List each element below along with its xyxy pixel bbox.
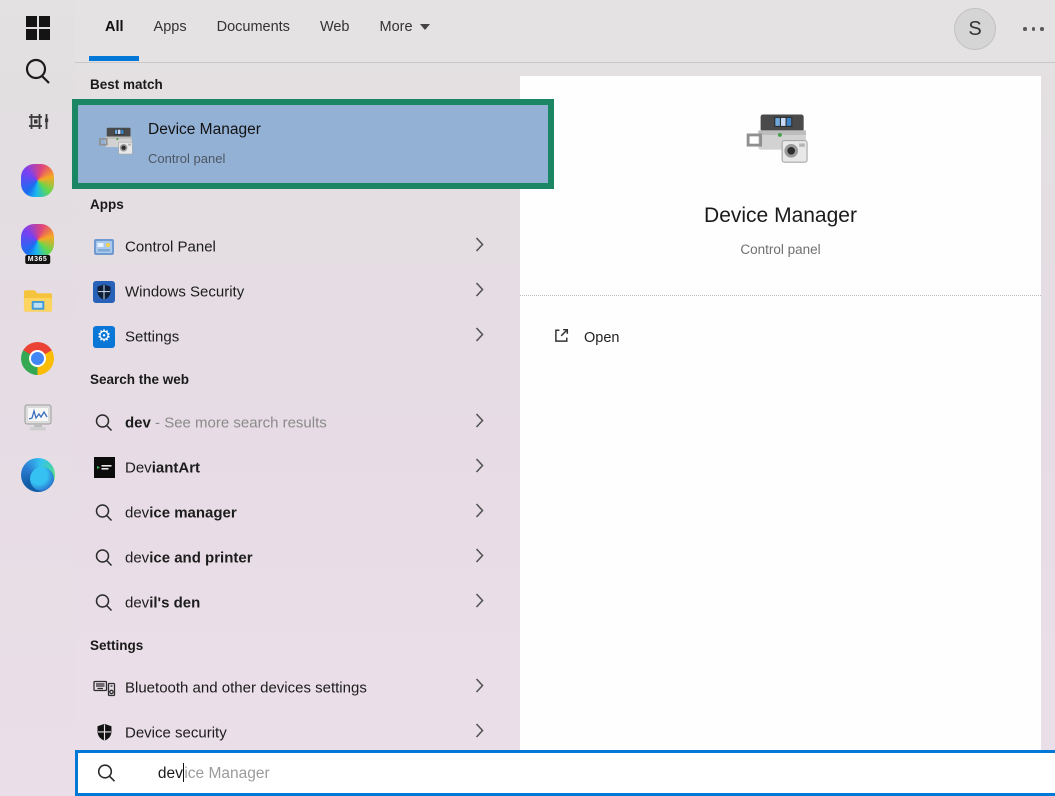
- active-tab-underline: [89, 56, 139, 61]
- search-filter-tabs: All Apps Documents Web More: [105, 19, 430, 35]
- chevron-right-icon: [475, 412, 484, 433]
- m365-copilot-icon: [21, 224, 54, 257]
- chevron-right-icon: [475, 547, 484, 568]
- open-external-icon: [552, 326, 571, 350]
- start-button[interactable]: [0, 6, 75, 50]
- control-panel-icon: [92, 235, 116, 259]
- deviantart-icon: [92, 456, 116, 480]
- tab-documents[interactable]: Documents: [217, 19, 290, 35]
- result-deviantart[interactable]: DeviantArt: [75, 445, 520, 490]
- chevron-right-icon: [475, 722, 484, 743]
- tab-more[interactable]: More: [380, 19, 430, 35]
- taskbar-search-button[interactable]: [0, 50, 75, 94]
- divider: [520, 295, 1041, 296]
- result-device-manager-search[interactable]: device manager: [75, 490, 520, 535]
- settings-header: Settings: [90, 638, 143, 653]
- result-bluetooth-settings[interactable]: Bluetooth and other devices settings: [75, 665, 520, 710]
- result-dev-see-more[interactable]: dev - See more search results: [75, 400, 520, 445]
- search-header-bar: All Apps Documents Web More S: [75, 0, 1055, 63]
- device-manager-icon-large: [744, 110, 818, 178]
- windows-logo-icon: [25, 15, 51, 41]
- chrome-button[interactable]: [0, 336, 75, 380]
- taskbar: M365: [0, 0, 75, 796]
- chevron-right-icon: [475, 326, 484, 347]
- device-manager-icon: [98, 125, 138, 163]
- preview-panel: Device Manager Control panel Open: [520, 76, 1041, 796]
- search-icon: [92, 411, 116, 435]
- apps-header: Apps: [90, 197, 124, 212]
- chevron-right-icon: [475, 592, 484, 613]
- file-explorer-button[interactable]: [0, 278, 75, 322]
- result-device-and-printer[interactable]: device and printer: [75, 535, 520, 580]
- search-input[interactable]: device Manager: [75, 750, 1055, 796]
- result-settings[interactable]: ⚙ Settings: [75, 314, 520, 359]
- chevron-right-icon: [475, 281, 484, 302]
- task-view-button[interactable]: [0, 100, 75, 144]
- performance-monitor-button[interactable]: [0, 395, 75, 439]
- chevron-down-icon: [420, 24, 430, 30]
- copilot-button[interactable]: [0, 158, 75, 202]
- edge-button[interactable]: [0, 453, 75, 497]
- preview-subtitle: Control panel: [520, 242, 1041, 257]
- best-match-header: Best match: [90, 77, 163, 92]
- account-avatar[interactable]: S: [954, 8, 996, 50]
- file-explorer-icon: [22, 286, 54, 314]
- best-match-title: Device Manager: [148, 121, 261, 139]
- chevron-right-icon: [475, 236, 484, 257]
- performance-monitor-icon: [22, 402, 54, 432]
- m365-badge: M365: [25, 255, 51, 264]
- best-match-subtitle: Control panel: [148, 151, 225, 166]
- more-options-button[interactable]: [1023, 27, 1044, 31]
- tab-all[interactable]: All: [105, 19, 124, 35]
- annotation-highlight-box: Device Manager Control panel: [72, 99, 554, 189]
- preview-title: Device Manager: [520, 204, 1041, 228]
- tab-apps[interactable]: Apps: [154, 19, 187, 35]
- chevron-right-icon: [475, 502, 484, 523]
- chevron-right-icon: [475, 457, 484, 478]
- web-header: Search the web: [90, 372, 189, 387]
- chrome-icon: [21, 342, 54, 375]
- result-windows-security[interactable]: Windows Security: [75, 269, 520, 314]
- result-control-panel[interactable]: Control Panel: [75, 224, 520, 269]
- best-match-item[interactable]: Device Manager Control panel: [78, 105, 548, 183]
- search-typed-text: dev: [158, 765, 183, 782]
- result-devils-den[interactable]: devil's den: [75, 580, 520, 625]
- device-security-shield-icon: [92, 721, 116, 745]
- edge-icon: [21, 458, 55, 492]
- copilot-icon: [21, 164, 54, 197]
- windows-security-icon: [92, 280, 116, 304]
- bluetooth-devices-icon: [92, 676, 116, 700]
- search-icon: [92, 546, 116, 570]
- search-icon: [92, 591, 116, 615]
- open-label: Open: [584, 330, 619, 346]
- m365-copilot-button[interactable]: M365: [0, 218, 75, 262]
- search-icon: [22, 56, 54, 88]
- chevron-right-icon: [475, 677, 484, 698]
- search-suggestion-text: ice Manager: [184, 765, 269, 782]
- settings-gear-icon: ⚙: [92, 325, 116, 349]
- open-action[interactable]: Open: [520, 318, 1041, 358]
- search-icon: [92, 501, 116, 525]
- search-icon: [96, 763, 117, 784]
- task-view-icon: [23, 109, 53, 135]
- windows-search-panel: M365 All: [0, 0, 1055, 796]
- tab-web[interactable]: Web: [320, 19, 350, 35]
